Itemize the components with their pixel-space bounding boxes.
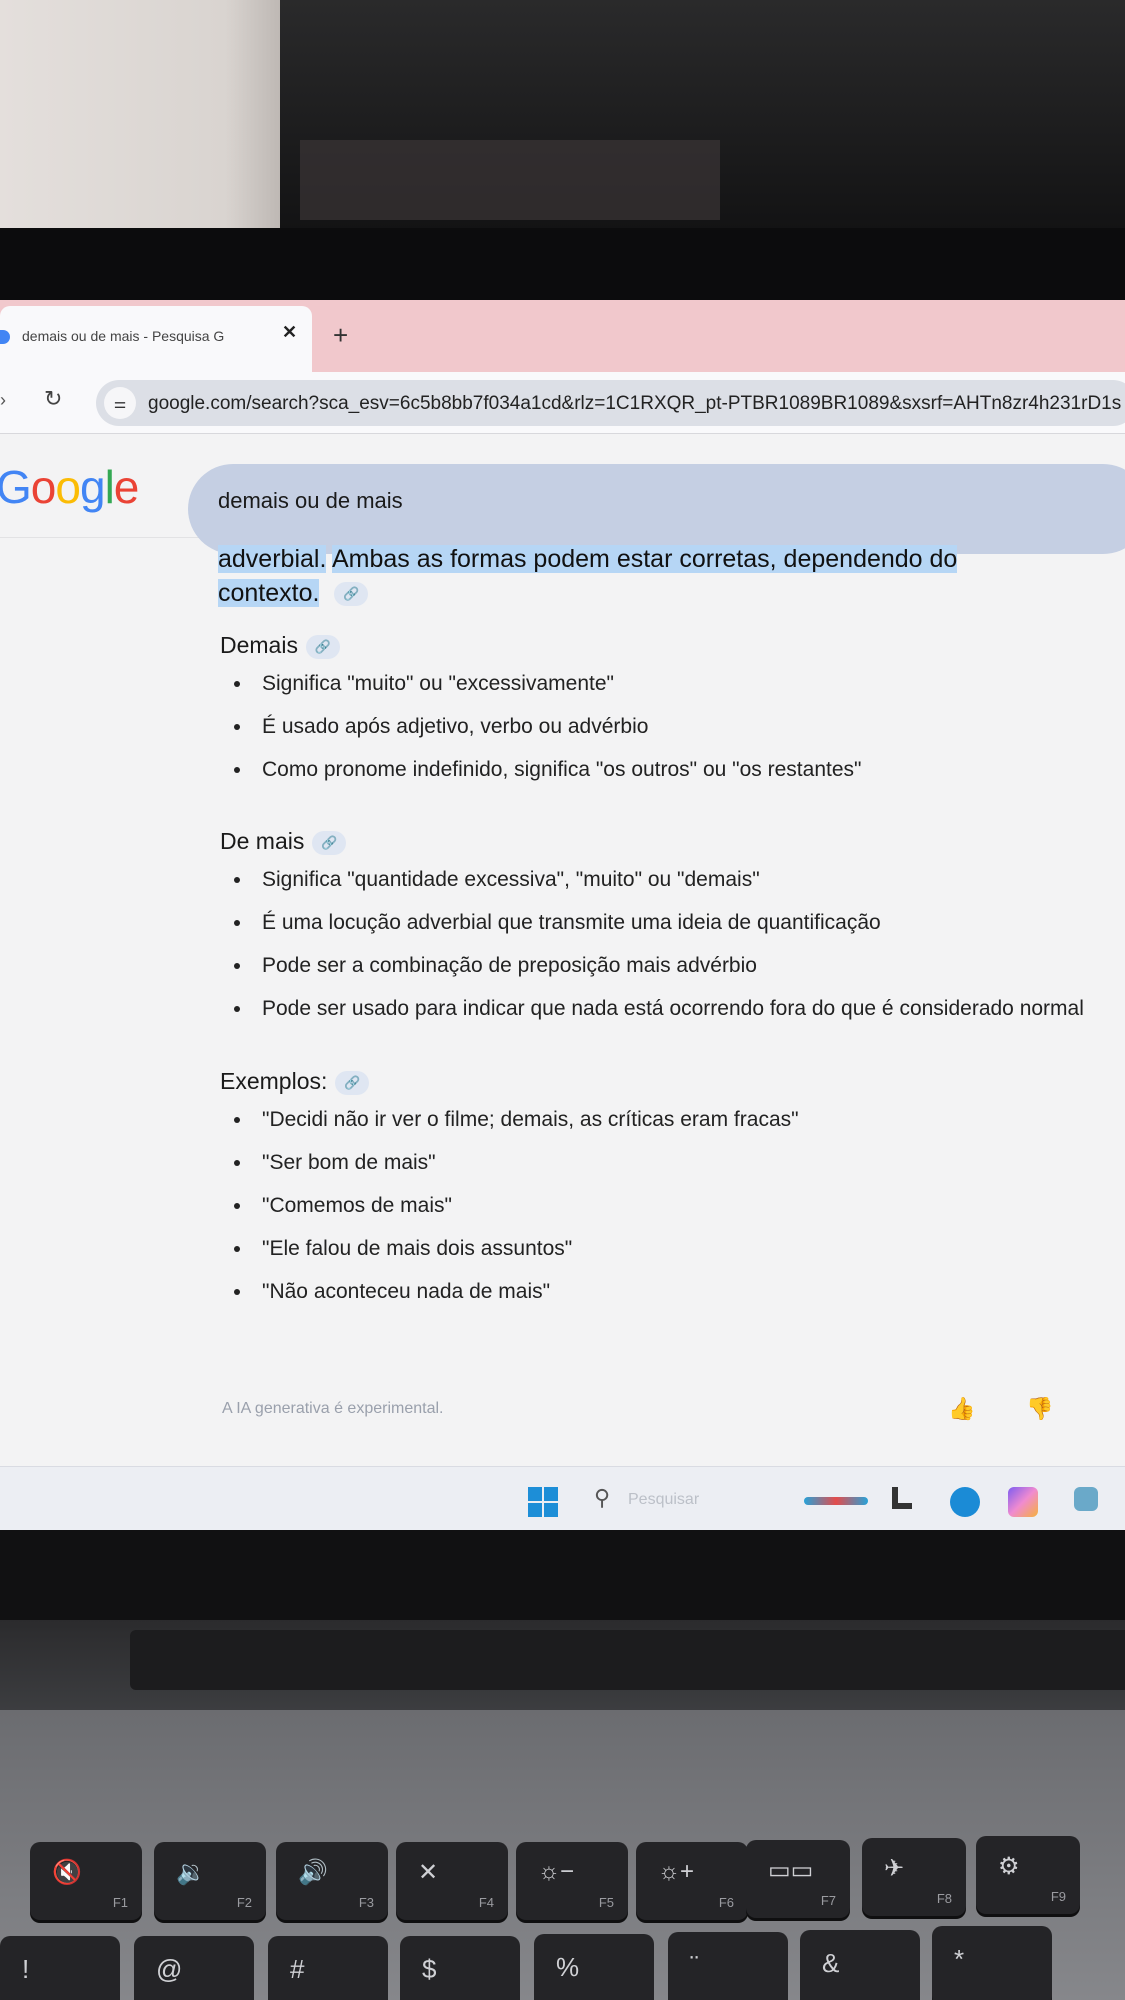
key-6[interactable]: ¨ [668,1932,788,2000]
list-item: Significa "muito" ou "excessivamente" [220,670,1100,697]
source-link-icon[interactable]: 🔗 [335,1070,370,1095]
google-logo[interactable]: Google [0,460,140,514]
source-link-icon[interactable]: 🔗 [305,634,340,659]
list-item: "Decidi não ir ver o filme; demais, as c… [220,1106,1100,1133]
key-f6[interactable]: ☼+ F6 [636,1842,748,1920]
logo-letter: o [30,461,57,513]
laptop-bottom-bezel [0,1530,1125,1620]
list-item: Significa "quantidade excessiva", "muito… [220,866,1100,893]
laptop-top-bezel [0,228,1125,308]
list-item: Como pronome indefinido, significa "os o… [220,756,1100,783]
list-item: "Ele falou de mais dois assuntos" [220,1235,1100,1262]
copilot-icon[interactable] [1008,1487,1038,1517]
key-f9[interactable]: ⚙ F9 [976,1836,1080,1914]
section-heading: Demais [220,632,298,658]
key-7[interactable]: & [800,1930,920,2000]
reload-icon[interactable]: ↻ [44,386,62,412]
key-4[interactable]: $ [400,1936,520,2000]
section-exemplos: Exemplos: 🔗 "Decidi não ir ver o filme; d… [220,1064,1100,1321]
list-item: Pode ser a combinação de preposição mais… [220,952,1100,979]
key-5[interactable]: % [534,1934,654,2000]
key-f2[interactable]: 🔉 F2 [154,1842,266,1920]
forward-arrow-icon[interactable]: › [0,390,6,411]
logo-letter: G [0,461,32,513]
logo-letter: o [55,461,81,513]
list-item: É usado após adjetivo, verbo ou advérbio [220,713,1100,740]
source-link-icon[interactable]: 🔗 [334,582,369,607]
windows-taskbar: ⚲ Pesquisar [0,1466,1125,1530]
key-f3[interactable]: 🔊 F3 [276,1842,388,1920]
section-demais: Demais 🔗 Significa "muito" ou "excessivam… [220,628,1100,799]
background-monitor-glow [300,140,720,220]
overview-intro: adverbial. Ambas as formas podem estar c… [218,545,958,607]
key-3[interactable]: # [268,1936,388,2000]
list-item: Pode ser usado para indicar que nada est… [220,995,1100,1022]
key-8[interactable]: * [932,1926,1052,2000]
laptop-hinge-bar [130,1630,1125,1690]
address-bar[interactable]: ⚌ google.com/search?sca_esv=6c5b8bb7f034… [96,380,1125,426]
edge-browser-icon[interactable] [950,1487,980,1517]
key-1[interactable]: ! [0,1936,120,2000]
close-tab-button[interactable]: ✕ [282,322,297,343]
app-icon[interactable] [892,1487,912,1509]
laptop-screen: demais ou de mais - Pesquisa G ✕ + › ↻ ⚌… [0,300,1125,1530]
browser-toolbar: › ↻ ⚌ google.com/search?sca_esv=6c5b8bb7… [0,372,1125,434]
list-item: "Ser bom de mais" [220,1149,1100,1176]
thumbs-up-icon[interactable]: 👍 [948,1396,975,1422]
windows-start-icon[interactable] [528,1487,558,1517]
new-tab-button[interactable]: + [333,322,348,348]
site-info-icon[interactable]: ⚌ [104,387,136,419]
section-heading: Exemplos: [220,1068,328,1094]
intro-highlight-1: adverbial. [218,545,327,573]
section-heading: De mais [220,828,305,854]
tab-title: demais ou de mais - Pesquisa G [22,328,225,344]
bullet-list: Significa "muito" ou "excessivamente" É … [220,670,1100,783]
ai-disclaimer: A IA generativa é experimental. [222,1400,444,1417]
key-f7[interactable]: ▭▭ F7 [746,1840,850,1918]
intro-highlight-2: Ambas as formas podem estar corretas, de… [218,545,958,607]
key-f5[interactable]: ☼− F5 [516,1842,628,1920]
list-item: "Não aconteceu nada de mais" [220,1278,1100,1305]
logo-letter: l [104,461,115,513]
app-icon[interactable] [1074,1487,1098,1511]
section-de-mais: De mais 🔗 Significa "quantidade excessiva… [220,824,1100,1038]
google-favicon-icon [0,330,10,344]
key-2[interactable]: @ [134,1936,254,2000]
taskbar-search-icon[interactable]: ⚲ [594,1485,610,1511]
list-item: É uma locução adverbial que transmite um… [220,909,1100,936]
google-header: Google demais ou de mais [0,434,1125,554]
list-item: "Comemos de mais" [220,1192,1100,1219]
widgets-icon[interactable] [804,1497,868,1505]
logo-letter: g [79,461,106,513]
source-link-icon[interactable]: 🔗 [312,830,347,855]
ai-overview: adverbial. Ambas as formas podem estar c… [0,540,1125,1480]
search-query[interactable]: demais ou de mais [218,488,403,514]
url-text[interactable]: google.com/search?sca_esv=6c5b8bb7f034a1… [148,393,1121,415]
bullet-list: "Decidi não ir ver o filme; demais, as c… [220,1106,1100,1305]
bullet-list: Significa "quantidade excessiva", "muito… [220,866,1100,1022]
logo-letter: e [113,461,140,513]
key-f1[interactable]: 🔇 F1 [30,1842,142,1920]
key-f8[interactable]: ✈ F8 [862,1838,966,1916]
browser-tab[interactable]: demais ou de mais - Pesquisa G ✕ [0,306,312,372]
key-f4[interactable]: ✕ F4 [396,1842,508,1920]
tab-strip: demais ou de mais - Pesquisa G ✕ + [0,300,1125,372]
thumbs-down-icon[interactable]: 👎 [1026,1396,1053,1422]
taskbar-search-input[interactable]: Pesquisar [628,1491,699,1509]
